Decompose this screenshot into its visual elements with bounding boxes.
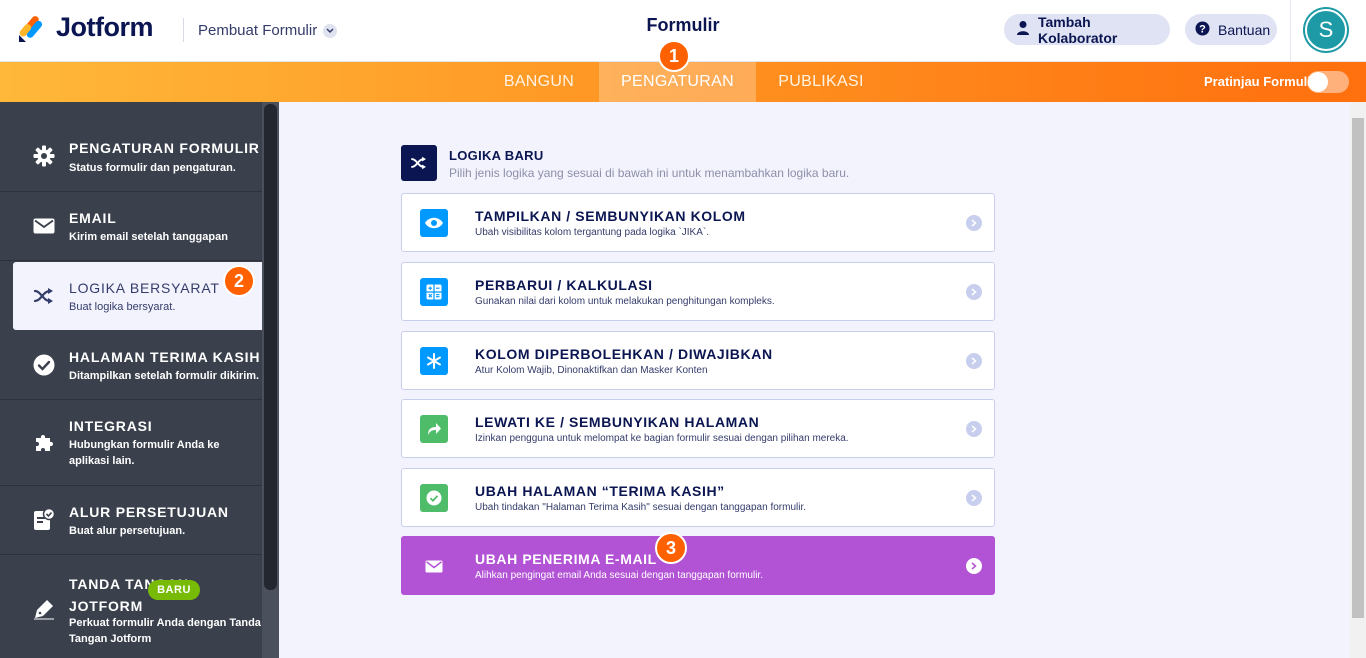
logic-card-change-thank-you-page[interactable]: UBAH HALAMAN “TERIMA KASIH” Ubah tindaka… <box>401 468 995 527</box>
sidebar-item-title: PENGATURAN FORMULIR <box>69 140 260 156</box>
toggle-knob <box>1308 72 1328 92</box>
main-scrollbar-thumb[interactable] <box>1352 118 1364 618</box>
builder-dropdown[interactable]: Pembuat Formulir <box>198 22 338 39</box>
jotform-logo[interactable]: Jotform <box>18 12 154 43</box>
sidebar-item-approval-flow[interactable]: ALUR PERSETUJUAN Buat alur persetujuan. <box>0 486 262 555</box>
help-label: Bantuan <box>1218 21 1271 38</box>
header-divider <box>183 18 184 42</box>
sidebar-item-desc: Buat alur persetujuan. <box>69 525 186 537</box>
shuffle-icon <box>401 145 437 181</box>
sidebar-item-email[interactable]: EMAIL Kirim email setelah tanggapan <box>0 192 262 261</box>
card-title: LEWATI KE / SEMBUNYIKAN HALAMAN <box>475 414 760 430</box>
pen-icon <box>32 597 56 621</box>
tab-build[interactable]: BANGUN <box>492 62 586 102</box>
new-badge: BARU <box>148 580 200 600</box>
sidebar-item-title: INTEGRASI <box>69 418 153 434</box>
sidebar-item-integrations[interactable]: INTEGRASI Hubungkan formulir Anda ke apl… <box>0 400 262 486</box>
card-desc: Gunakan nilai dari kolom untuk melakukan… <box>475 296 775 307</box>
card-desc: Izinkan pengguna untuk melompat ke bagia… <box>475 433 849 444</box>
settings-sidebar: PENGATURAN FORMULIR Status formulir dan … <box>0 102 262 658</box>
section-subtitle: Pilih jenis logika yang sesuai di bawah … <box>449 166 850 180</box>
sidebar-item-thank-you-page[interactable]: HALAMAN TERIMA KASIH Ditampilkan setelah… <box>0 331 262 400</box>
calculator-icon <box>420 278 448 306</box>
builder-label: Pembuat Formulir <box>198 22 318 39</box>
sidebar-item-desc: Status formulir dan pengaturan. <box>69 162 236 174</box>
add-collaborator-button[interactable]: Tambah Kolaborator <box>1004 13 1170 46</box>
chevron-right-icon <box>966 353 982 369</box>
puzzle-icon <box>32 430 56 454</box>
logic-card-update-calculate[interactable]: PERBARUI / KALKULASI Gunakan nilai dari … <box>401 262 995 321</box>
chevron-down-icon <box>323 23 338 38</box>
question-icon: ? <box>1195 21 1210 39</box>
form-preview-toggle[interactable] <box>1307 71 1349 93</box>
sidebar-item-title: HALAMAN TERIMA KASIH <box>69 349 261 365</box>
sidebar-item-desc: Hubungkan formulir Anda ke aplikasi lain… <box>69 439 220 467</box>
svg-text:?: ? <box>1199 23 1206 35</box>
user-icon <box>1016 20 1030 39</box>
gear-icon <box>32 144 56 168</box>
card-title: TAMPILKAN / SEMBUNYIKAN KOLOM <box>475 208 746 224</box>
sidebar-item-desc: Kirim email setelah tanggapan <box>69 231 228 243</box>
asterisk-icon <box>420 347 448 375</box>
approval-icon <box>32 508 56 532</box>
card-title: PERBARUI / KALKULASI <box>475 277 653 293</box>
sidebar-item-desc: Ditampilkan setelah formulir dikirim. <box>69 370 260 382</box>
card-desc: Ubah visibilitas kolom tergantung pada l… <box>475 227 710 238</box>
redirect-arrow-icon <box>420 415 448 443</box>
envelope-icon <box>32 214 56 238</box>
help-button[interactable]: ? Bantuan <box>1185 14 1277 45</box>
logic-card-enable-require-field[interactable]: KOLOM DIPERBOLEHKAN / DIWAJIBKAN Atur Ko… <box>401 331 995 390</box>
card-title: UBAH PENERIMA E-MAIL <box>475 551 657 567</box>
chevron-right-icon <box>966 558 982 574</box>
step-badge-2: 2 <box>223 265 255 297</box>
section-title: LOGIKA BARU <box>449 148 544 163</box>
eye-icon <box>420 209 448 237</box>
logic-card-skip-hide-page[interactable]: LEWATI KE / SEMBUNYIKAN HALAMAN Izinkan … <box>401 399 995 458</box>
sidebar-item-title: ALUR PERSETUJUAN <box>69 504 229 520</box>
card-desc: Ubah tindakan "Halaman Terima Kasih" ses… <box>475 502 807 513</box>
add-collaborator-label: Tambah Kolaborator <box>1038 13 1118 46</box>
check-circle-icon <box>32 353 56 377</box>
shuffle-icon <box>32 284 56 308</box>
jotform-logo-icon <box>18 13 44 43</box>
sidebar-item-form-settings[interactable]: PENGATURAN FORMULIR Status formulir dan … <box>0 102 262 192</box>
card-title: UBAH HALAMAN “TERIMA KASIH” <box>475 483 725 499</box>
sidebar-item-desc: Buat logika bersyarat. <box>69 301 176 313</box>
chevron-right-icon <box>966 284 982 300</box>
check-icon <box>420 484 448 512</box>
sidebar-scrollbar-thumb[interactable] <box>264 104 277 590</box>
logo-text: Jotform <box>56 12 154 42</box>
sidebar-item-jotform-sign[interactable]: TANDA TANGAN JOTFORM Perkuat formulir An… <box>0 555 262 658</box>
chevron-right-icon <box>966 421 982 437</box>
card-desc: Alihkan pengingat email Anda sesuai deng… <box>475 570 763 581</box>
sidebar-item-title: LOGIKA BERSYARAT <box>69 280 220 296</box>
step-badge-3: 3 <box>655 532 687 564</box>
logic-card-show-hide-field[interactable]: TAMPILKAN / SEMBUNYIKAN KOLOM Ubah visib… <box>401 193 995 252</box>
envelope-icon <box>420 552 448 580</box>
logic-card-change-email-recipient[interactable]: UBAH PENERIMA E-MAIL Alihkan pengingat e… <box>401 536 995 595</box>
card-desc: Atur Kolom Wajib, Dinonaktifkan dan Mask… <box>475 365 708 376</box>
tab-publish[interactable]: PUBLIKASI <box>768 62 874 102</box>
sidebar-item-title: EMAIL <box>69 210 117 226</box>
step-badge-1: 1 <box>658 40 690 72</box>
chevron-right-icon <box>966 215 982 231</box>
sidebar-item-desc: Perkuat formulir Anda dengan Tanda Tanga… <box>69 617 261 645</box>
chevron-right-icon <box>966 490 982 506</box>
form-preview-label: Pratinjau Formulir <box>1204 74 1316 89</box>
card-title: KOLOM DIPERBOLEHKAN / DIWAJIBKAN <box>475 346 773 362</box>
avatar[interactable]: S <box>1305 9 1347 51</box>
avatar-area: S <box>1290 0 1366 62</box>
